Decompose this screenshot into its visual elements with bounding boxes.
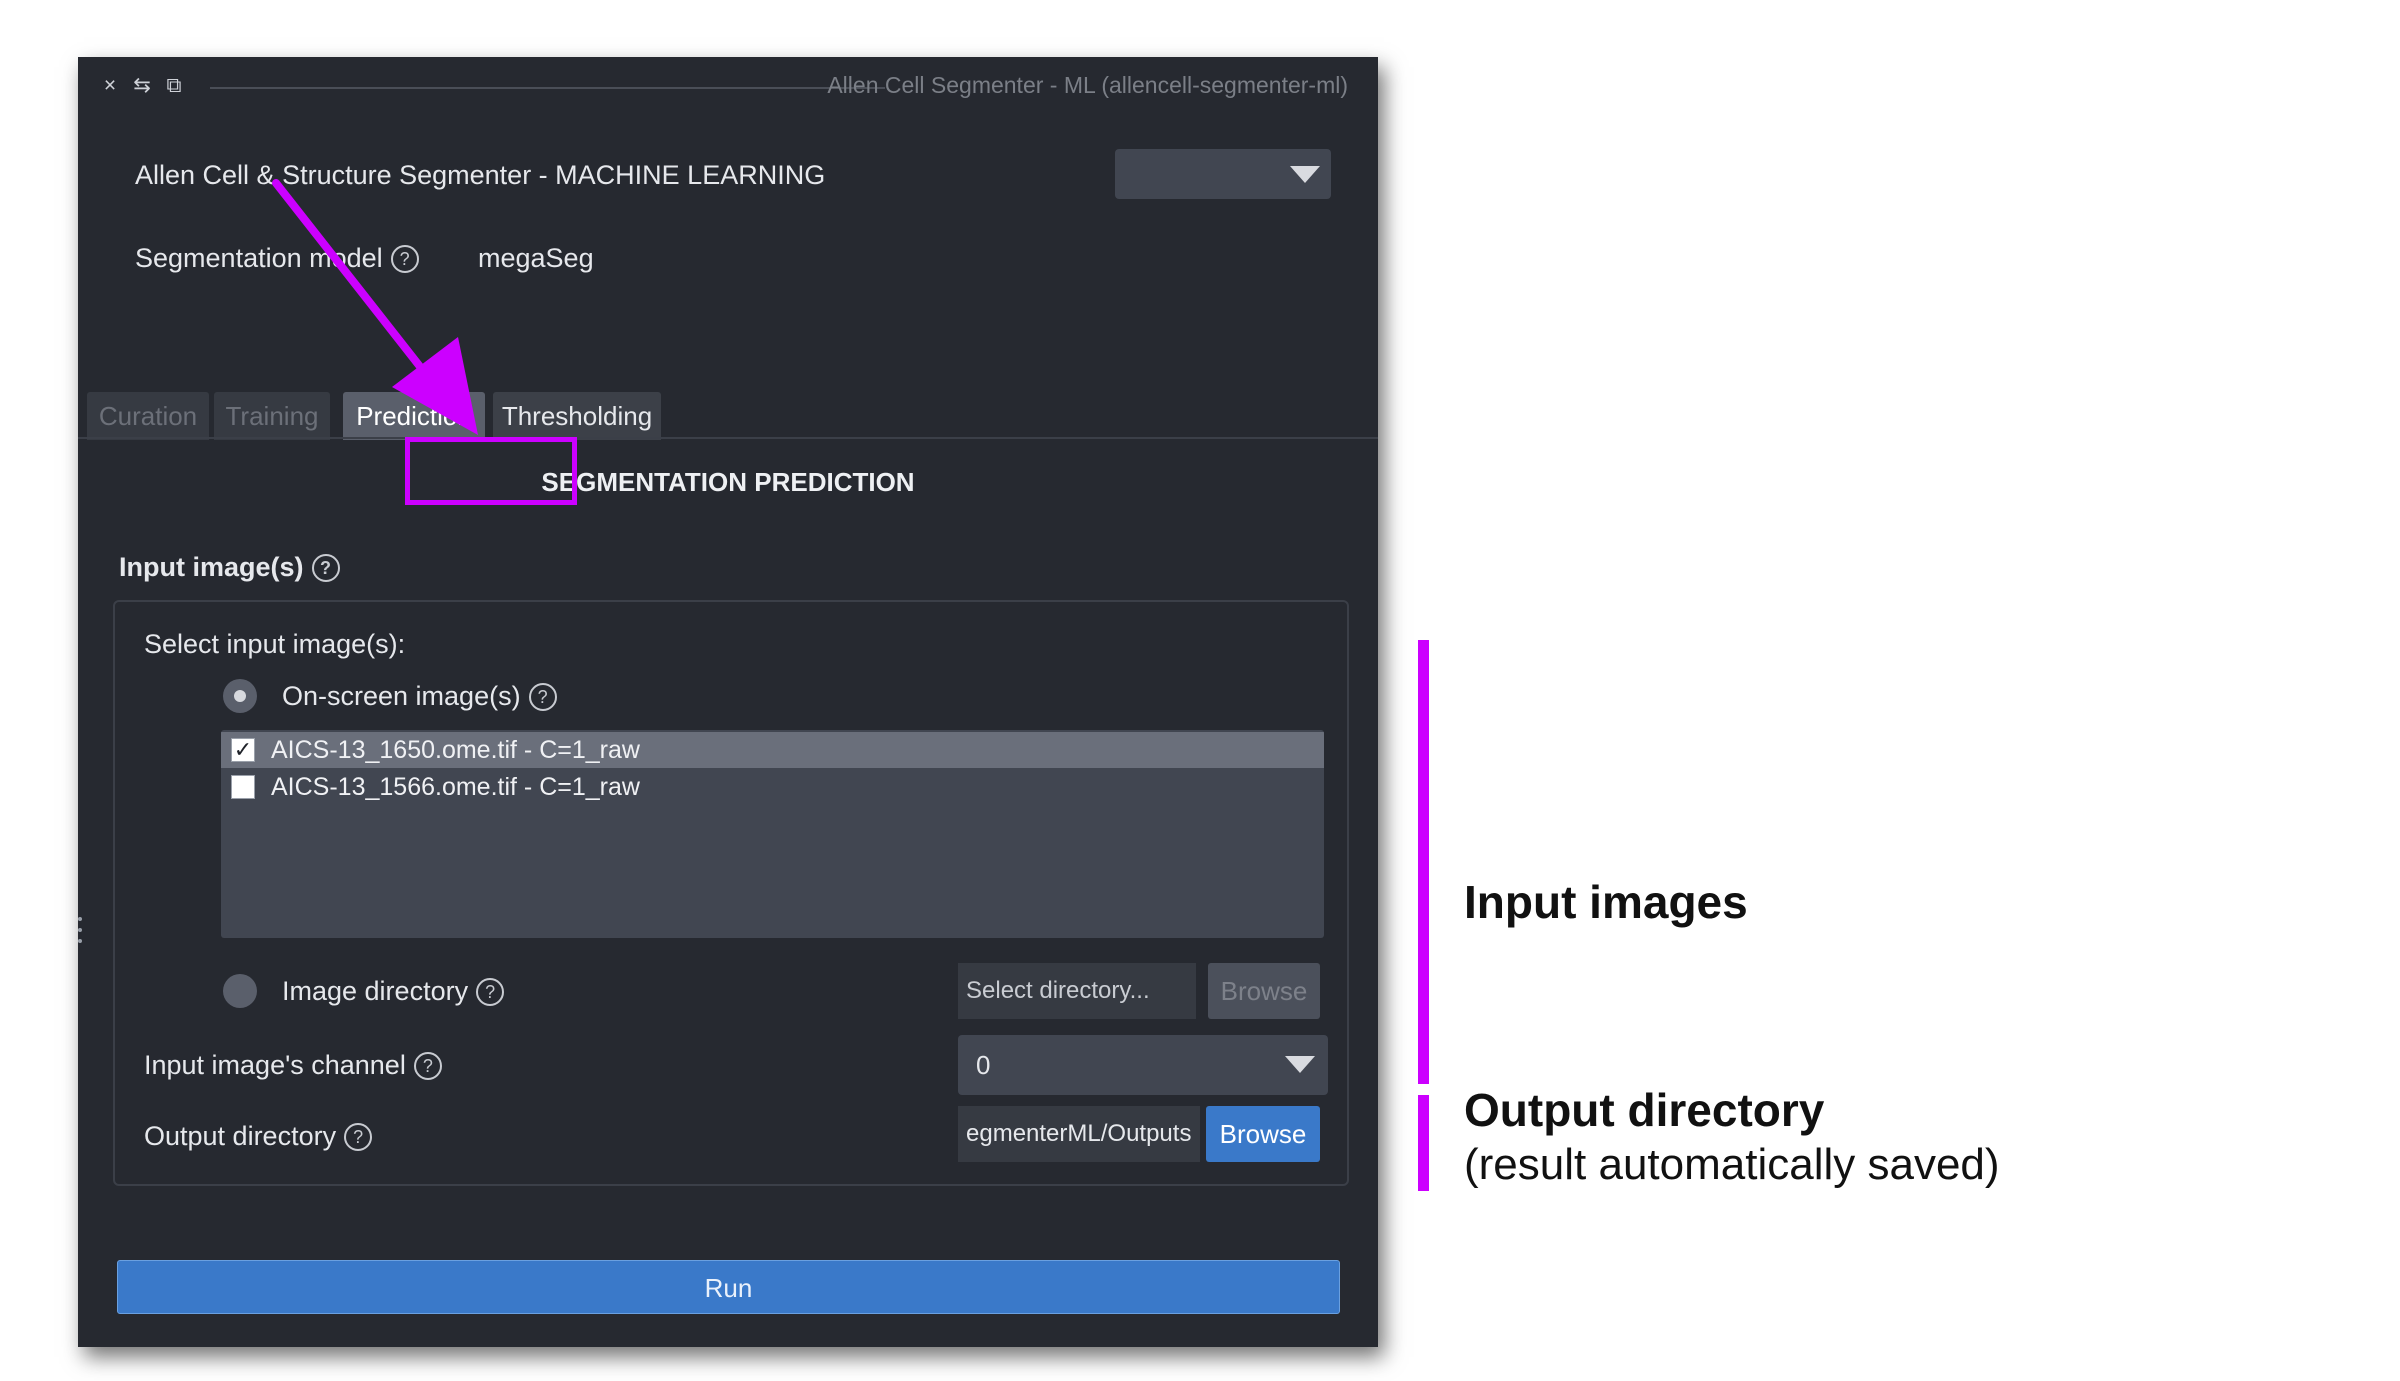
channel-select[interactable]: 0	[958, 1035, 1328, 1095]
output-directory-bracket	[1418, 1095, 1429, 1191]
close-icon[interactable]: ×	[96, 72, 124, 100]
list-item-label: AICS-13_1566.ome.tif - C=1_raw	[271, 773, 640, 801]
help-icon[interactable]: ?	[528, 683, 557, 711]
help-icon[interactable]: ?	[311, 554, 340, 582]
tab-thresholding[interactable]: Thresholding	[493, 392, 661, 440]
resize-grip-icon[interactable]	[78, 917, 82, 957]
input-images-annotation: Input images	[1464, 876, 1748, 928]
image-directory-radio[interactable]	[223, 974, 257, 1008]
input-heading: Input image(s)	[119, 552, 304, 582]
output-directory-annotation: Output directory	[1464, 1084, 1825, 1136]
section-title: SEGMENTATION PREDICTION	[541, 467, 915, 497]
image-directory-input[interactable]: Select directory...	[958, 963, 1196, 1019]
image-list[interactable]: ✓ AICS-13_1650.ome.tif - C=1_raw AICS-13…	[221, 730, 1324, 938]
output-note-annotation: (result automatically saved)	[1464, 1140, 2000, 1189]
input-images-bracket	[1418, 640, 1429, 1084]
help-icon[interactable]: ?	[413, 1052, 442, 1080]
input-heading-row: Input image(s)?	[119, 552, 340, 583]
help-icon[interactable]: ?	[476, 978, 505, 1006]
segmenter-window: × ⇆ ⧉ Allen Cell Segmenter - ML (allence…	[78, 57, 1378, 1347]
prediction-tab-highlight	[405, 437, 577, 505]
output-row: Output directory?	[144, 1121, 373, 1152]
image-directory-label: Image directory	[282, 976, 469, 1006]
channel-row: Input image's channel?	[144, 1050, 442, 1081]
select-input-label: Select input image(s):	[144, 629, 406, 659]
image-directory-browse-button[interactable]: Browse	[1208, 963, 1320, 1019]
channel-label: Input image's channel	[144, 1050, 406, 1080]
onscreen-label: On-screen image(s)	[282, 681, 521, 711]
list-item[interactable]: AICS-13_1566.ome.tif - C=1_raw	[221, 769, 1324, 805]
title-bar: × ⇆ ⧉ Allen Cell Segmenter - ML (allence…	[78, 57, 1378, 117]
list-item[interactable]: ✓ AICS-13_1650.ome.tif - C=1_raw	[221, 732, 1324, 768]
image-checkbox[interactable]	[231, 775, 255, 799]
chevron-down-icon	[1285, 1056, 1315, 1073]
pointer-arrow-icon	[272, 179, 478, 435]
help-icon[interactable]: ?	[344, 1123, 373, 1151]
image-checkbox-checked[interactable]: ✓	[231, 738, 255, 762]
output-label: Output directory	[144, 1121, 337, 1151]
onscreen-row: On-screen image(s)?	[282, 681, 557, 712]
float-icon[interactable]: ⇆	[128, 72, 156, 100]
run-button[interactable]: Run	[117, 1260, 1340, 1314]
window-title: Allen Cell Segmenter - ML (allencell-seg…	[827, 72, 1348, 98]
header-dropdown[interactable]	[1115, 149, 1331, 199]
channel-value: 0	[976, 1050, 991, 1080]
restore-icon[interactable]: ⧉	[160, 72, 188, 100]
image-directory-row: Image directory?	[282, 976, 505, 1007]
title-bar-divider	[210, 87, 885, 89]
output-directory-input[interactable]: egmenterML/Outputs	[958, 1106, 1200, 1162]
list-item-label: AICS-13_1650.ome.tif - C=1_raw	[271, 736, 640, 764]
tab-curation[interactable]: Curation	[87, 392, 209, 440]
chevron-down-icon	[1290, 166, 1320, 183]
output-browse-button[interactable]: Browse	[1206, 1106, 1320, 1162]
onscreen-radio[interactable]	[223, 679, 257, 713]
